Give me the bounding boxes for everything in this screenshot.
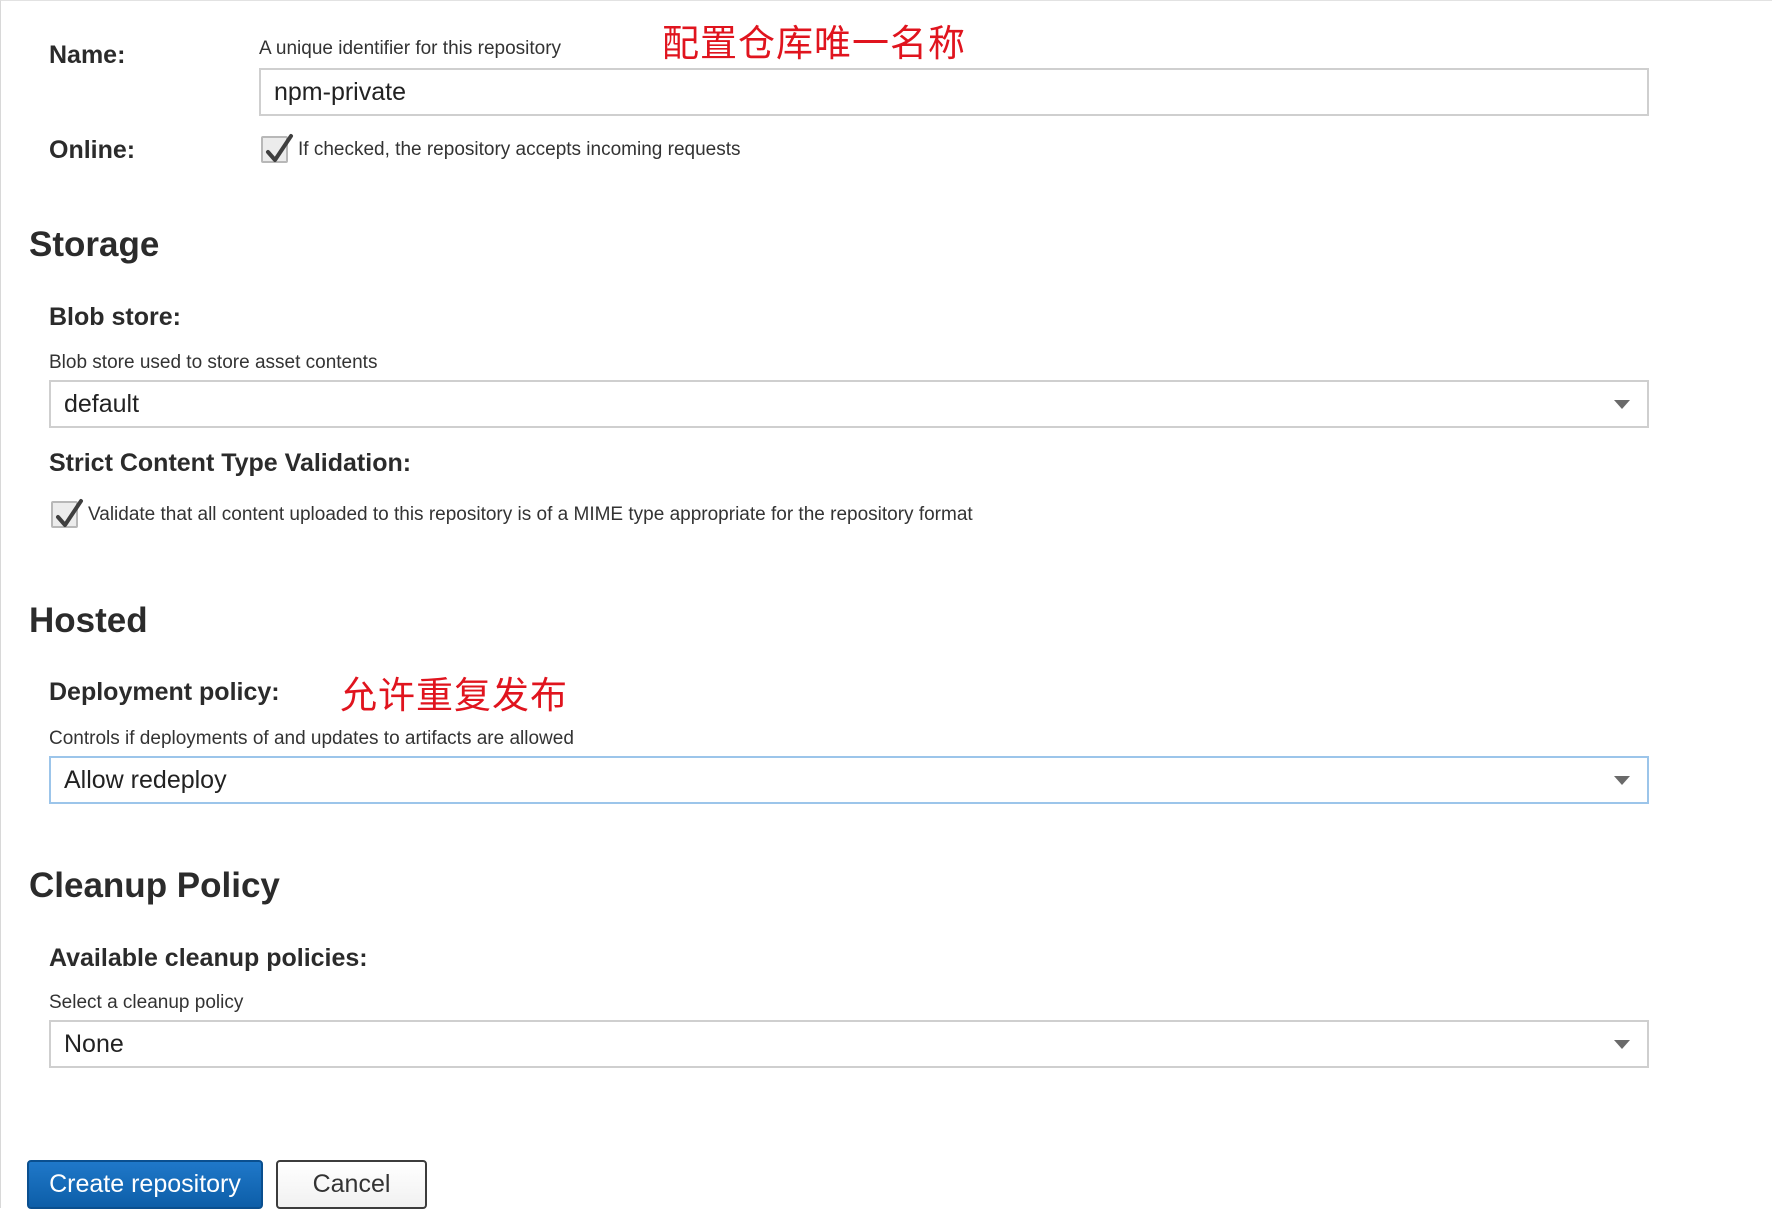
name-input-value: npm-private	[274, 77, 406, 106]
strict-validation-checkbox-row[interactable]: Validate that all content uploaded to th…	[51, 499, 973, 528]
chevron-down-icon	[1614, 775, 1630, 785]
check-icon	[56, 499, 83, 527]
blob-store-help: Blob store used to store asset contents	[49, 352, 378, 373]
online-checkbox-row[interactable]: If checked, the repository accepts incom…	[261, 134, 741, 163]
online-checkbox[interactable]	[261, 134, 293, 163]
hosted-section-title: Hosted	[29, 601, 148, 640]
strict-validation-label: Strict Content Type Validation:	[49, 449, 412, 477]
cleanup-section-title: Cleanup Policy	[29, 866, 280, 905]
cleanup-policies-help: Select a cleanup policy	[49, 992, 244, 1013]
cleanup-policy-value: None	[64, 1029, 124, 1058]
cancel-button[interactable]: Cancel	[276, 1160, 427, 1209]
deployment-policy-label: Deployment policy:	[49, 678, 280, 706]
blob-store-select[interactable]: default	[49, 380, 1649, 428]
cleanup-policy-select[interactable]: None	[49, 1020, 1649, 1068]
deployment-policy-help: Controls if deployments of and updates t…	[49, 728, 574, 749]
name-input[interactable]: npm-private	[259, 68, 1649, 116]
strict-validation-checkbox[interactable]	[51, 499, 83, 528]
online-label: Online:	[49, 136, 136, 164]
blob-store-label: Blob store:	[49, 303, 181, 331]
create-repository-button[interactable]: Create repository	[27, 1160, 263, 1209]
name-label: Name:	[49, 41, 126, 69]
storage-section-title: Storage	[29, 225, 160, 264]
cleanup-policies-label: Available cleanup policies:	[49, 944, 368, 972]
deployment-policy-annotation: 允许重复发布	[340, 675, 568, 716]
blob-store-value: default	[64, 389, 140, 418]
name-help: A unique identifier for this repository	[259, 38, 562, 59]
repository-config-form: Name: A unique identifier for this repos…	[0, 0, 1772, 1209]
deployment-policy-select[interactable]: Allow redeploy	[49, 756, 1649, 804]
strict-validation-description: Validate that all content uploaded to th…	[88, 503, 973, 525]
check-icon	[266, 134, 293, 162]
deployment-policy-value: Allow redeploy	[64, 765, 227, 794]
chevron-down-icon	[1614, 1039, 1630, 1049]
name-annotation: 配置仓库唯一名称	[662, 23, 966, 64]
online-description: If checked, the repository accepts incom…	[298, 138, 741, 160]
chevron-down-icon	[1614, 399, 1630, 409]
